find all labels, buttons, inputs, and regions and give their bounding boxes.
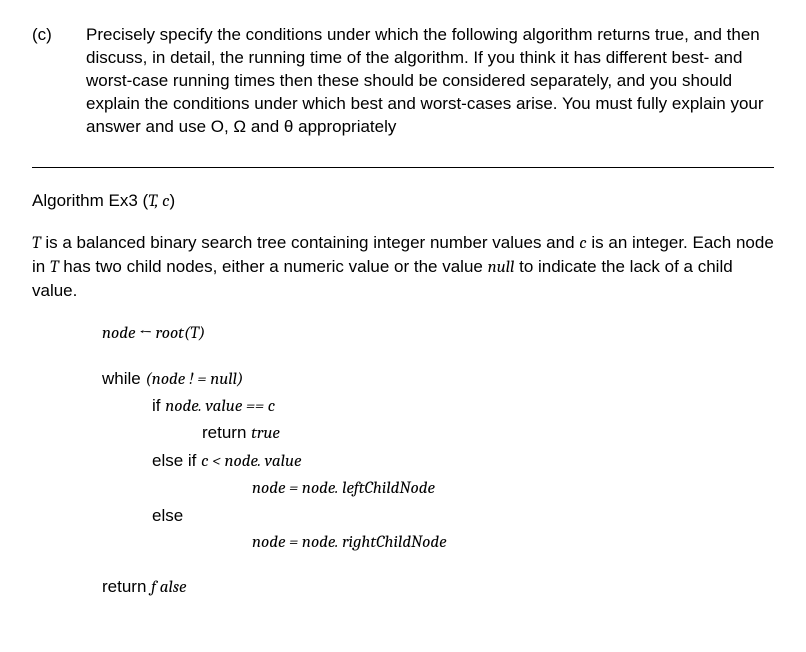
code-line-1: node ← root(T) (102, 320, 774, 347)
algorithm-description: T is a balanced binary search tree conta… (32, 232, 774, 303)
algo-title-args: T, c (148, 192, 169, 211)
algorithm-title: Algorithm Ex3 (T, c) (32, 190, 774, 214)
l8a: node = node. rightChildNode (252, 533, 447, 552)
l1b: (T) (184, 324, 205, 343)
code-line-2: while (node ! = null) (102, 366, 774, 393)
l3b: node. value == c (165, 397, 275, 416)
l7a: else (152, 506, 183, 525)
code-line-6: node = node. leftChildNode (252, 475, 774, 502)
code-line-9: return f alse (102, 574, 774, 601)
code-line-5: else if c < node. value (152, 448, 774, 475)
desc-p5: T (50, 258, 59, 277)
desc-p2: is a balanced binary search tree contain… (41, 233, 580, 252)
code-line-3: if node. value == c (152, 393, 774, 420)
l1a: node ← root (102, 324, 184, 343)
code-line-8: node = node. rightChildNode (252, 529, 774, 556)
l5a: else if (152, 451, 201, 470)
question-label: (c) (32, 24, 66, 139)
l5b: c < node. value (201, 452, 301, 471)
l9b: f alse (151, 578, 186, 597)
l9a: return (102, 577, 151, 596)
code-block: node ← root(T) while (node ! = null) if … (102, 320, 774, 601)
divider (32, 167, 774, 168)
question-text: Precisely specify the conditions under w… (86, 24, 774, 139)
desc-p3: c (579, 234, 586, 253)
l3a: if (152, 396, 165, 415)
question-row: (c) Precisely specify the conditions und… (32, 24, 774, 139)
desc-p6: has two child nodes, either a numeric va… (59, 257, 488, 276)
algo-title-suffix: ) (170, 191, 176, 210)
l2a: while (102, 369, 145, 388)
l2b: (node ! = null) (145, 370, 243, 389)
code-line-4: return true (202, 420, 774, 447)
l6a: node = node. leftChildNode (252, 479, 435, 498)
desc-p7: null (488, 258, 515, 277)
algo-title-prefix: Algorithm Ex3 ( (32, 191, 148, 210)
code-line-7: else (152, 503, 774, 529)
desc-p1: T (32, 234, 41, 253)
l4b: true (251, 424, 280, 443)
l4a: return (202, 423, 251, 442)
